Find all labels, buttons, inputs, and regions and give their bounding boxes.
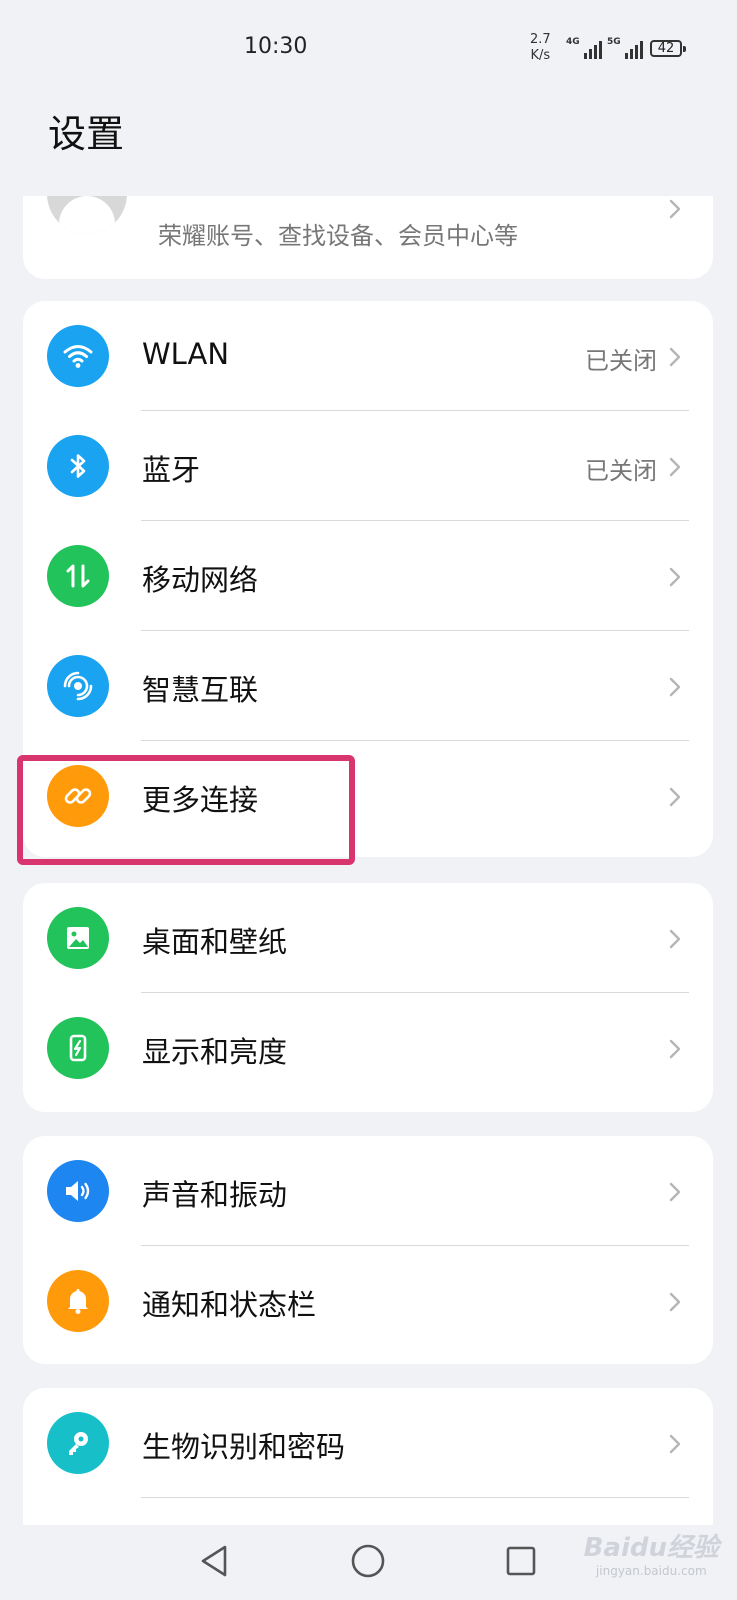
chevron-right-icon xyxy=(669,787,681,807)
account-card[interactable]: 荣耀账号、查找设备、会员中心等 xyxy=(23,196,713,279)
settings-item-biometrics[interactable]: 生物识别和密码 xyxy=(23,1388,713,1498)
bell-icon xyxy=(47,1270,109,1332)
settings-item-display-brightness[interactable]: 显示和亮度 xyxy=(23,993,713,1103)
security-card: 生物识别和密码 xyxy=(23,1388,713,1525)
settings-item-mobile-network[interactable]: 移动网络 xyxy=(23,521,713,631)
settings-item-smart-connect[interactable]: 智慧互联 xyxy=(23,631,713,741)
settings-item-label: 桌面和壁纸 xyxy=(142,925,288,959)
chevron-right-icon xyxy=(669,199,681,219)
avatar xyxy=(47,196,127,234)
settings-item-label: 移动网络 xyxy=(142,563,259,597)
settings-item-wlan[interactable]: WLAN 已关闭 xyxy=(23,301,713,411)
settings-item-label: 智慧互联 xyxy=(142,673,259,707)
bluetooth-icon xyxy=(47,435,109,497)
back-button[interactable] xyxy=(192,1539,236,1583)
settings-item-label: 生物识别和密码 xyxy=(142,1430,346,1464)
chevron-right-icon xyxy=(669,929,681,949)
sound-card: 声音和振动 通知和状态栏 xyxy=(23,1136,713,1364)
chevron-right-icon xyxy=(669,1292,681,1312)
wifi-icon xyxy=(47,325,109,387)
settings-item-label: 通知和状态栏 xyxy=(142,1288,317,1322)
chevron-right-icon xyxy=(669,1434,681,1454)
home-circle-icon xyxy=(351,1544,385,1578)
signal-4g-icon: 4G xyxy=(566,37,602,59)
settings-item-label: 显示和亮度 xyxy=(142,1035,288,1069)
settings-item-sound[interactable]: 声音和振动 xyxy=(23,1136,713,1246)
chevron-right-icon xyxy=(669,677,681,697)
watermark-logo: Baidu经验 jingyan.baidu.com xyxy=(583,1533,719,1578)
settings-item-wallpaper[interactable]: 桌面和壁纸 xyxy=(23,883,713,993)
page-title: 设置 xyxy=(48,112,125,156)
chevron-right-icon xyxy=(669,1182,681,1202)
home-button[interactable] xyxy=(346,1539,390,1583)
status-bar: 10:30 2.7 K/s 4G 5G 42 xyxy=(0,0,737,100)
settings-item-label: 声音和振动 xyxy=(142,1178,288,1212)
battery-icon: 42 xyxy=(650,40,686,57)
chevron-right-icon xyxy=(669,457,681,477)
brightness-icon xyxy=(47,1017,109,1079)
chevron-right-icon xyxy=(669,1039,681,1059)
recents-button[interactable] xyxy=(499,1539,543,1583)
back-triangle-icon xyxy=(201,1545,227,1577)
divider xyxy=(141,1497,689,1498)
status-time: 10:30 xyxy=(244,34,308,59)
speaker-icon xyxy=(47,1160,109,1222)
recents-square-icon xyxy=(506,1546,536,1576)
smart-connect-icon xyxy=(47,655,109,717)
settings-item-value: 已关闭 xyxy=(585,457,657,485)
chevron-right-icon xyxy=(669,567,681,587)
key-icon xyxy=(47,1412,109,1474)
settings-item-label: 蓝牙 xyxy=(142,453,201,487)
settings-item-bluetooth[interactable]: 蓝牙 已关闭 xyxy=(23,411,713,521)
account-subtitle: 荣耀账号、查找设备、会员中心等 xyxy=(158,222,518,250)
settings-item-label: WLAN xyxy=(142,337,230,371)
network-speed: 2.7 K/s xyxy=(530,32,551,63)
wallpaper-icon xyxy=(47,907,109,969)
navigation-bar: Baidu经验 jingyan.baidu.com xyxy=(0,1525,737,1600)
settings-item-value: 已关闭 xyxy=(585,347,657,375)
settings-item-notifications[interactable]: 通知和状态栏 xyxy=(23,1246,713,1356)
chevron-right-icon xyxy=(669,347,681,367)
display-card: 桌面和壁纸 显示和亮度 xyxy=(23,883,713,1112)
signal-5g-icon: 5G xyxy=(607,37,643,59)
mobile-data-icon xyxy=(47,545,109,607)
highlight-box xyxy=(17,755,355,865)
